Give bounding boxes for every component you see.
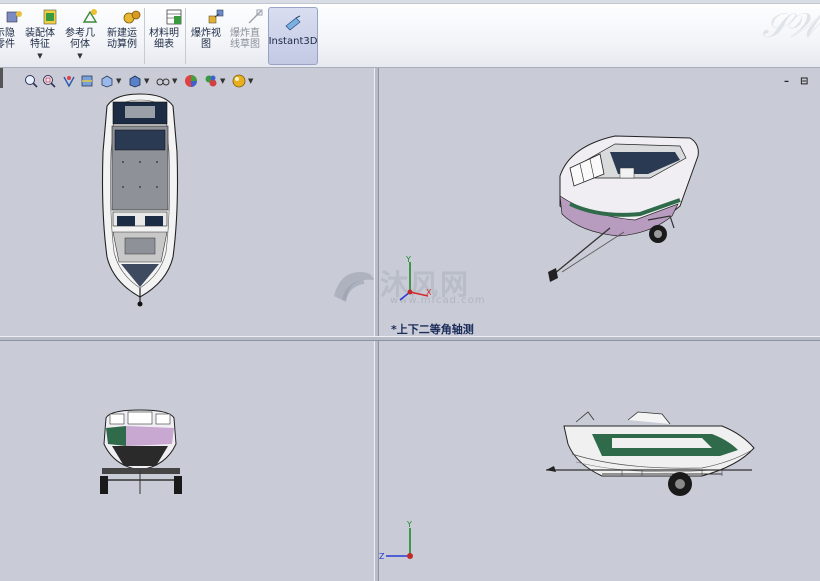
viewport-side-view-boat[interactable] (542, 404, 762, 504)
new-motion-study-label: 新建运 动算例 (107, 28, 137, 50)
view-orientation-icon[interactable] (100, 74, 114, 88)
reference-geometry-button[interactable]: 参考几 何体 ▼ (62, 8, 98, 64)
bill-of-materials-icon (154, 8, 182, 26)
view-settings-icon[interactable] (232, 74, 246, 88)
view-orientation-dropdown-icon[interactable]: ▼ (116, 77, 121, 85)
svg-text:Z: Z (379, 552, 385, 561)
display-style-icon[interactable] (128, 74, 142, 88)
assembly-features-dropdown-icon[interactable]: ▼ (37, 51, 42, 62)
apply-scene-dropdown-icon[interactable]: ▼ (220, 77, 225, 85)
viewport-top-view-boat[interactable] (95, 92, 185, 312)
apply-scene-icon[interactable] (204, 74, 218, 88)
exploded-view-button[interactable]: 爆炸视 图 (188, 8, 224, 64)
viewport-front-view-boat[interactable] (96, 406, 186, 502)
svg-text:X: X (426, 288, 432, 297)
coordinate-triad-isometric: Y X (399, 255, 432, 301)
heads-up-view-toolbar: ▼ ▼ ▼ ▼ ▼ (0, 70, 380, 92)
ribbon-separator (185, 8, 186, 64)
svg-text:Y: Y (406, 520, 412, 529)
show-hidden-components-icon (0, 8, 22, 26)
instant3d-icon (283, 14, 303, 32)
ds-logo: 𝒮𝒲 (762, 6, 820, 46)
reference-geometry-label: 参考几 何体 (65, 28, 95, 50)
viewport-restore-button[interactable]: ⊟ (800, 76, 808, 87)
show-hidden-components-label: 示隐 零件 (0, 28, 15, 50)
hide-show-dropdown-icon[interactable]: ▼ (172, 77, 177, 85)
display-style-dropdown-icon[interactable]: ▼ (144, 77, 149, 85)
svg-text:Y: Y (405, 255, 411, 264)
exploded-view-icon (196, 8, 224, 26)
assembly-features-label: 装配体 特征 (25, 28, 55, 50)
new-motion-study-button[interactable]: 新建运 动算例 (102, 8, 142, 64)
viewport-splitter-vertical[interactable] (374, 68, 379, 581)
instant3d-label: Instant3D (268, 36, 318, 47)
edit-appearance-icon[interactable] (184, 74, 198, 88)
bill-of-materials-label: 材料明 细表 (149, 28, 179, 50)
viewport-isometric-boat[interactable] (540, 116, 710, 286)
ribbon-tab-strip (0, 0, 820, 4)
assembly-features-button[interactable]: 装配体 特征 ▼ (22, 8, 58, 64)
reference-geometry-icon (70, 8, 98, 26)
viewport-minimize-button[interactable]: – (784, 76, 789, 87)
explode-line-sketch-icon (235, 8, 263, 26)
previous-view-icon[interactable] (62, 74, 76, 88)
hide-show-items-icon[interactable] (156, 74, 170, 88)
explode-line-sketch-label: 爆炸直 线草图 (230, 28, 260, 50)
new-motion-study-icon (112, 8, 141, 26)
watermark-logo (334, 272, 374, 302)
bill-of-materials-button[interactable]: 材料明 细表 (146, 8, 182, 64)
ribbon-separator (144, 8, 145, 64)
reference-geometry-dropdown-icon[interactable]: ▼ (77, 51, 82, 62)
exploded-view-label: 爆炸视 图 (191, 28, 221, 50)
explode-line-sketch-button[interactable]: 爆炸直 线草图 (227, 8, 263, 64)
instant3d-button[interactable]: Instant3D (268, 7, 318, 65)
viewport-orientation-label: *上下二等角轴测 (391, 323, 474, 336)
zoom-to-fit-icon[interactable] (24, 74, 38, 88)
assembly-features-icon (30, 8, 57, 26)
view-settings-dropdown-icon[interactable]: ▼ (248, 77, 253, 85)
coordinate-triad-front: Y Z (379, 520, 413, 561)
zoom-to-area-icon[interactable] (42, 74, 56, 88)
show-hidden-components-button[interactable]: 示隐 零件 (0, 8, 22, 64)
section-view-icon[interactable] (80, 74, 94, 88)
command-manager-ribbon: 示隐 零件 装配体 特征 ▼ 参考几 何体 ▼ 新建运 动算例 材料明 细表 爆… (0, 0, 820, 68)
